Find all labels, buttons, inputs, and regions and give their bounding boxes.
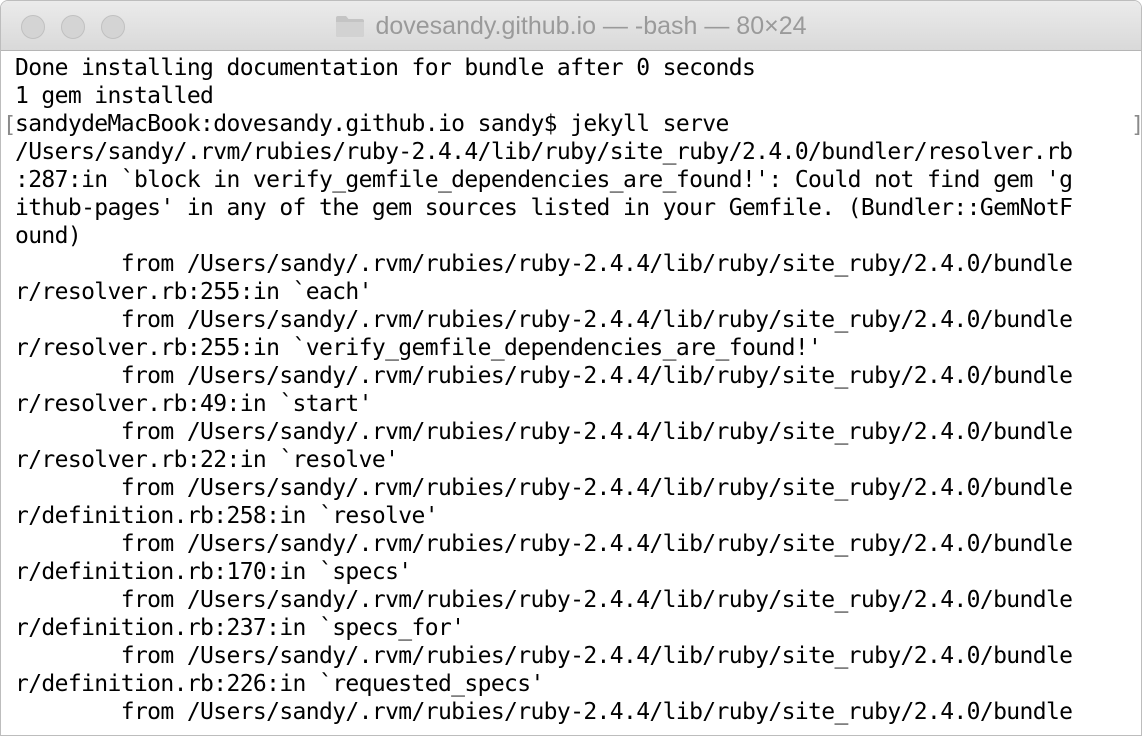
- terminal-line: from /Users/sandy/.rvm/rubies/ruby-2.4.4…: [15, 419, 1073, 445]
- terminal-line: r/resolver.rb:255:in `each': [15, 279, 373, 305]
- terminal-line: r/resolver.rb:22:in `resolve': [15, 447, 399, 473]
- window-title: dovesandy.github.io — -bash — 80×24: [375, 11, 807, 40]
- folder-icon: [335, 14, 365, 38]
- terminal-line: from /Users/sandy/.rvm/rubies/ruby-2.4.4…: [15, 475, 1073, 501]
- terminal-window: dovesandy.github.io — -bash — 80×24 [ ] …: [0, 0, 1142, 736]
- terminal-line: from /Users/sandy/.rvm/rubies/ruby-2.4.4…: [15, 307, 1073, 333]
- terminal-line: Done installing documentation for bundle…: [15, 55, 756, 81]
- terminal-line: r/definition.rb:237:in `specs_for': [15, 615, 465, 641]
- terminal-line: from /Users/sandy/.rvm/rubies/ruby-2.4.4…: [15, 251, 1073, 277]
- terminal-output[interactable]: [ ] Done installing documentation for bu…: [1, 51, 1141, 735]
- terminal-line: /Users/sandy/.rvm/rubies/ruby-2.4.4/lib/…: [15, 139, 1073, 165]
- terminal-line: from /Users/sandy/.rvm/rubies/ruby-2.4.4…: [15, 643, 1073, 669]
- terminal-line: ound): [15, 223, 82, 249]
- terminal-line: r/definition.rb:258:in `resolve': [15, 503, 439, 529]
- terminal-line: ithub-pages' in any of the gem sources l…: [15, 195, 1073, 221]
- terminal-line: from /Users/sandy/.rvm/rubies/ruby-2.4.4…: [15, 587, 1073, 613]
- terminal-line: r/resolver.rb:49:in `start': [15, 391, 373, 417]
- terminal-line: r/definition.rb:170:in `specs': [15, 559, 412, 585]
- window-title-group: dovesandy.github.io — -bash — 80×24: [1, 1, 1141, 51]
- terminal-prompt-line: sandydeMacBook:dovesandy.github.io sandy…: [15, 111, 729, 137]
- selection-bracket-right: ]: [1131, 113, 1141, 138]
- title-bar[interactable]: dovesandy.github.io — -bash — 80×24: [1, 1, 1141, 51]
- terminal-line: :287:in `block in verify_gemfile_depende…: [15, 167, 1073, 193]
- terminal-line: from /Users/sandy/.rvm/rubies/ruby-2.4.4…: [15, 699, 1073, 725]
- terminal-line: r/resolver.rb:255:in `verify_gemfile_dep…: [15, 335, 822, 361]
- terminal-line: r/definition.rb:226:in `requested_specs': [15, 671, 544, 697]
- terminal-line: from /Users/sandy/.rvm/rubies/ruby-2.4.4…: [15, 363, 1073, 389]
- terminal-line: 1 gem installed: [15, 83, 214, 109]
- terminal-lines: Done installing documentation for bundle…: [15, 54, 1073, 726]
- terminal-line: from /Users/sandy/.rvm/rubies/ruby-2.4.4…: [15, 531, 1073, 557]
